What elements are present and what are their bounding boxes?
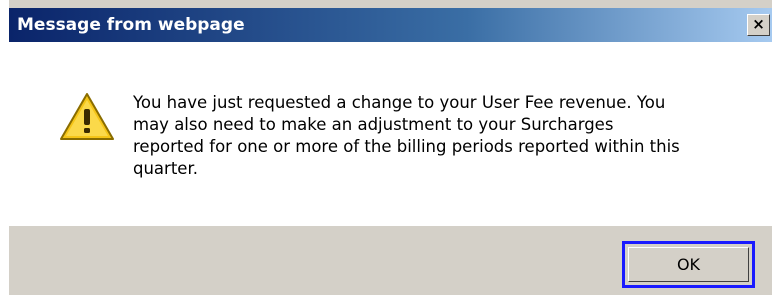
ok-button[interactable]: OK <box>622 241 755 288</box>
button-bar: OK <box>9 226 772 295</box>
message-dialog: Message from webpage × You have just req… <box>9 0 772 295</box>
dialog-message: You have just requested a change to your… <box>133 93 680 178</box>
close-button[interactable]: × <box>747 14 770 36</box>
warning-icon <box>60 93 114 140</box>
title-bar[interactable]: Message from webpage × <box>9 8 772 42</box>
close-icon: × <box>752 15 765 33</box>
ok-button-label: OK <box>628 247 749 282</box>
page-background <box>0 0 9 295</box>
dialog-content: You have just requested a change to your… <box>9 42 772 226</box>
dialog-title: Message from webpage <box>17 15 245 35</box>
